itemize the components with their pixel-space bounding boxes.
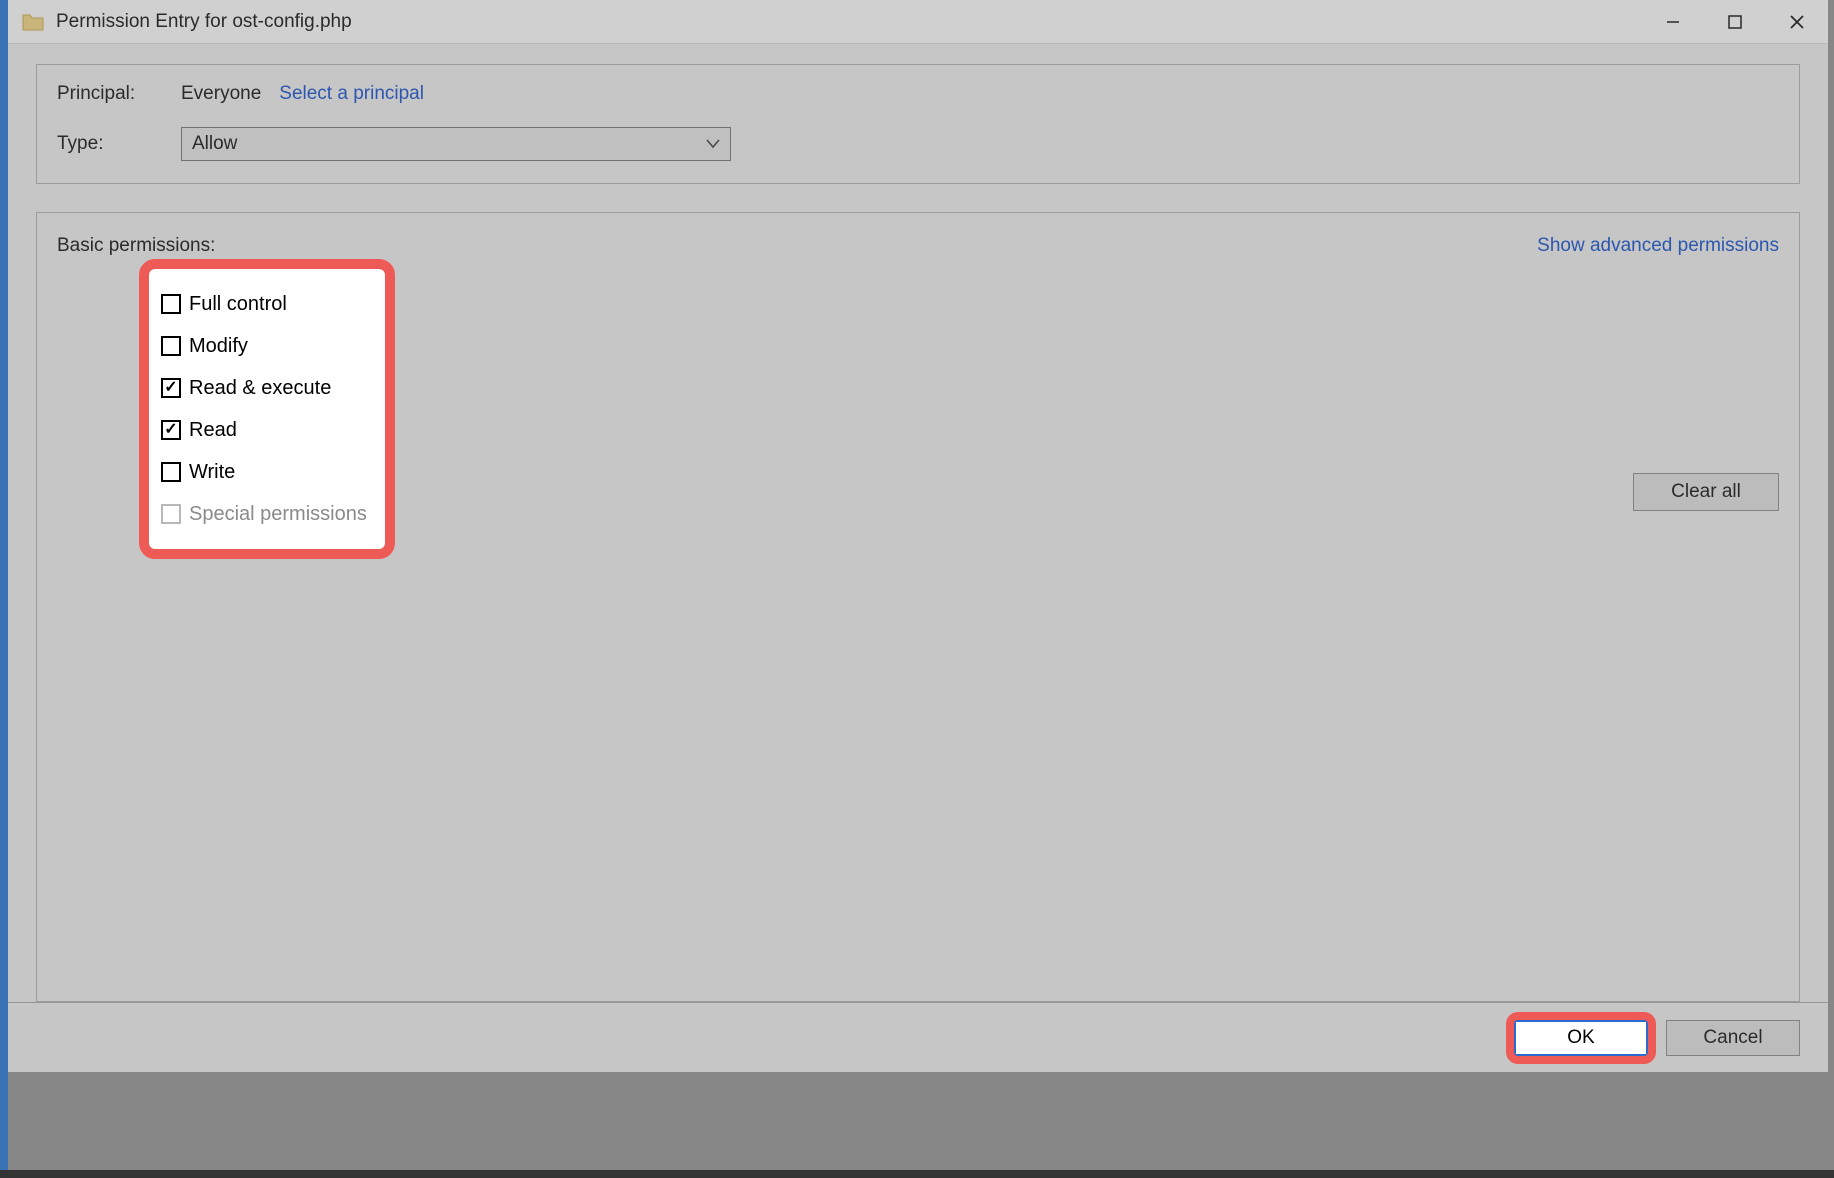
permission-checkbox[interactable] [161,378,181,398]
principal-row: Principal: Everyone Select a principal [57,83,1779,105]
permission-row: Read & execute [161,367,367,409]
permission-label: Read [189,419,237,442]
permission-checkbox[interactable] [161,420,181,440]
permissions-panel: Basic permissions: Show advanced permiss… [36,212,1800,1002]
minimize-button[interactable] [1642,0,1704,44]
type-row: Type: Allow [57,127,1779,161]
permission-label: Read & execute [189,377,331,400]
permission-row: Special permissions [161,493,367,535]
chevron-down-icon [706,133,720,155]
dialog-footer: OK Cancel [8,1002,1828,1072]
type-select[interactable]: Allow [181,127,731,161]
permission-label: Full control [189,293,287,316]
clear-all-button[interactable]: Clear all [1633,473,1779,511]
principal-label: Principal: [57,83,181,105]
principal-panel: Principal: Everyone Select a principal T… [36,64,1800,184]
window-title: Permission Entry for ost-config.php [56,11,1642,33]
show-advanced-permissions-link[interactable]: Show advanced permissions [1537,235,1779,257]
type-select-value: Allow [192,133,237,155]
window-controls [1642,0,1828,43]
permission-label: Write [189,461,235,484]
permissions-checkbox-group: Full control Modify Read & execute Read Writ… [149,269,385,549]
permission-row: Modify [161,325,367,367]
permission-checkbox[interactable] [161,462,181,482]
permission-row: Full control [161,283,367,325]
permission-row: Read [161,409,367,451]
permission-checkbox[interactable] [161,336,181,356]
folder-icon [22,12,44,32]
titlebar: Permission Entry for ost-config.php [8,0,1828,44]
permission-label: Special permissions [189,503,367,526]
permission-entry-window: Permission Entry for ost-config.php Prin… [8,0,1828,1072]
taskbar-edge [0,1170,1834,1178]
permission-checkbox [161,504,181,524]
permission-row: Write [161,451,367,493]
ok-button[interactable]: OK [1514,1020,1648,1056]
maximize-button[interactable] [1704,0,1766,44]
permission-label: Modify [189,335,248,358]
basic-permissions-label: Basic permissions: [57,235,215,257]
permission-checkbox[interactable] [161,294,181,314]
type-label: Type: [57,133,181,155]
close-button[interactable] [1766,0,1828,44]
select-principal-link[interactable]: Select a principal [279,83,424,105]
principal-value: Everyone [181,83,261,105]
left-edge-bar [0,0,8,1178]
cancel-button[interactable]: Cancel [1666,1020,1800,1056]
content-area: Principal: Everyone Select a principal T… [8,44,1828,1072]
